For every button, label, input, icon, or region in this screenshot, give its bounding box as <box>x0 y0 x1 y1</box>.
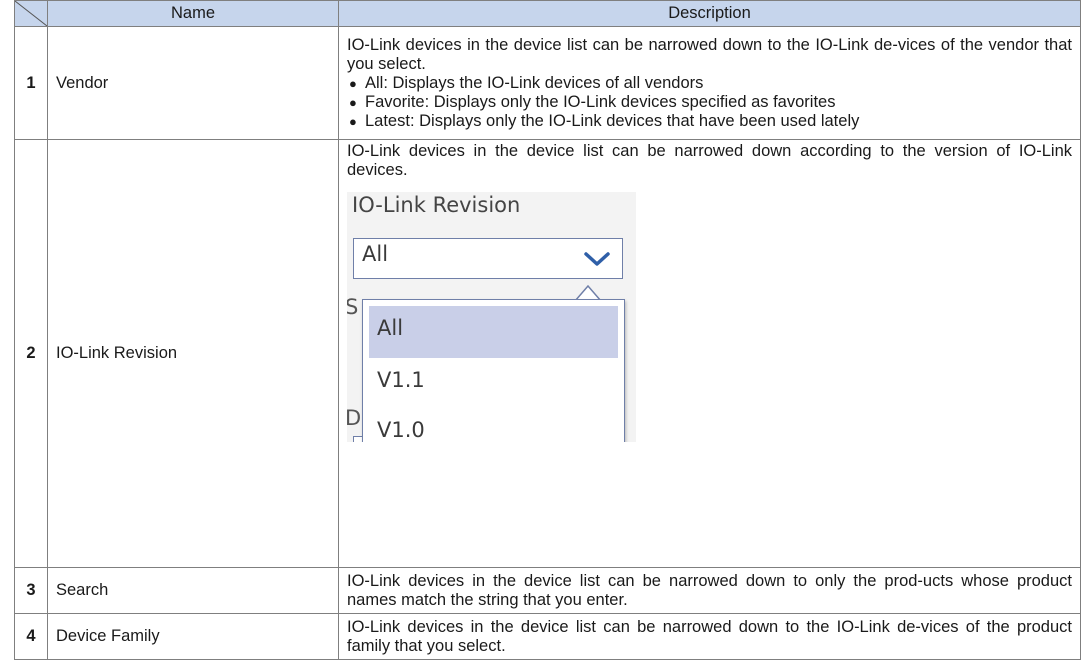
corner-cell <box>14 0 48 27</box>
revision-combobox[interactable]: All <box>353 238 623 279</box>
revision-dropdown-list: All V1.1 V1.0 <box>362 299 625 442</box>
bullet-item: Favorite: Displays only the IO-Link devi… <box>347 93 1072 112</box>
table-row: 3 Search IO-Link devices in the device l… <box>14 567 1081 614</box>
row-name: Search <box>47 567 339 614</box>
row-description: IO-Link devices in the device list can b… <box>338 26 1081 140</box>
option-label: All <box>377 316 404 340</box>
header-row: Name Description <box>14 0 1081 27</box>
description-text: IO-Link devices in the device list can b… <box>347 142 1072 179</box>
combobox-value: All <box>362 242 389 266</box>
description-text: IO-Link devices in the device list can b… <box>347 35 1072 73</box>
revision-dropdown-screenshot: IO-Link Revision All S D All V1.1 V1.0 <box>347 192 636 442</box>
dropdown-option[interactable]: V1.0 <box>363 408 624 442</box>
dropdown-option[interactable]: V1.1 <box>363 358 624 410</box>
row-number: 1 <box>14 26 48 140</box>
description-text: IO-Link devices in the device list can b… <box>347 617 1072 655</box>
revision-label: IO-Link Revision <box>352 193 521 217</box>
option-label: V1.0 <box>377 418 425 442</box>
chevron-down-icon <box>584 252 610 266</box>
spec-table: Name Description 1 Vendor IO-Link device… <box>14 0 1081 660</box>
partial-label-behind: S <box>347 295 359 319</box>
row-description: IO-Link devices in the device list can b… <box>338 567 1081 614</box>
row-name: Vendor <box>47 26 339 140</box>
partial-label-behind: D <box>347 406 362 430</box>
row-name: IO-Link Revision <box>47 139 339 568</box>
row-number: 3 <box>14 567 48 614</box>
bullet-item: All: Displays the IO-Link devices of all… <box>347 74 1072 93</box>
diagonal-line <box>15 1 47 26</box>
dropdown-option[interactable]: All <box>369 306 618 358</box>
row-description: IO-Link devices in the device list can b… <box>338 139 1081 568</box>
bullet-item: Latest: Displays only the IO-Link device… <box>347 112 1072 131</box>
description-text: IO-Link devices in the device list can b… <box>347 571 1072 609</box>
header-description: Description <box>338 0 1081 27</box>
bullet-list: All: Displays the IO-Link devices of all… <box>347 74 1072 131</box>
option-label: V1.1 <box>377 368 425 392</box>
header-name: Name <box>47 0 339 27</box>
row-number: 2 <box>14 139 48 568</box>
table-row: 2 IO-Link Revision IO-Link devices in th… <box>14 139 1081 568</box>
table-row: 1 Vendor IO-Link devices in the device l… <box>14 26 1081 140</box>
